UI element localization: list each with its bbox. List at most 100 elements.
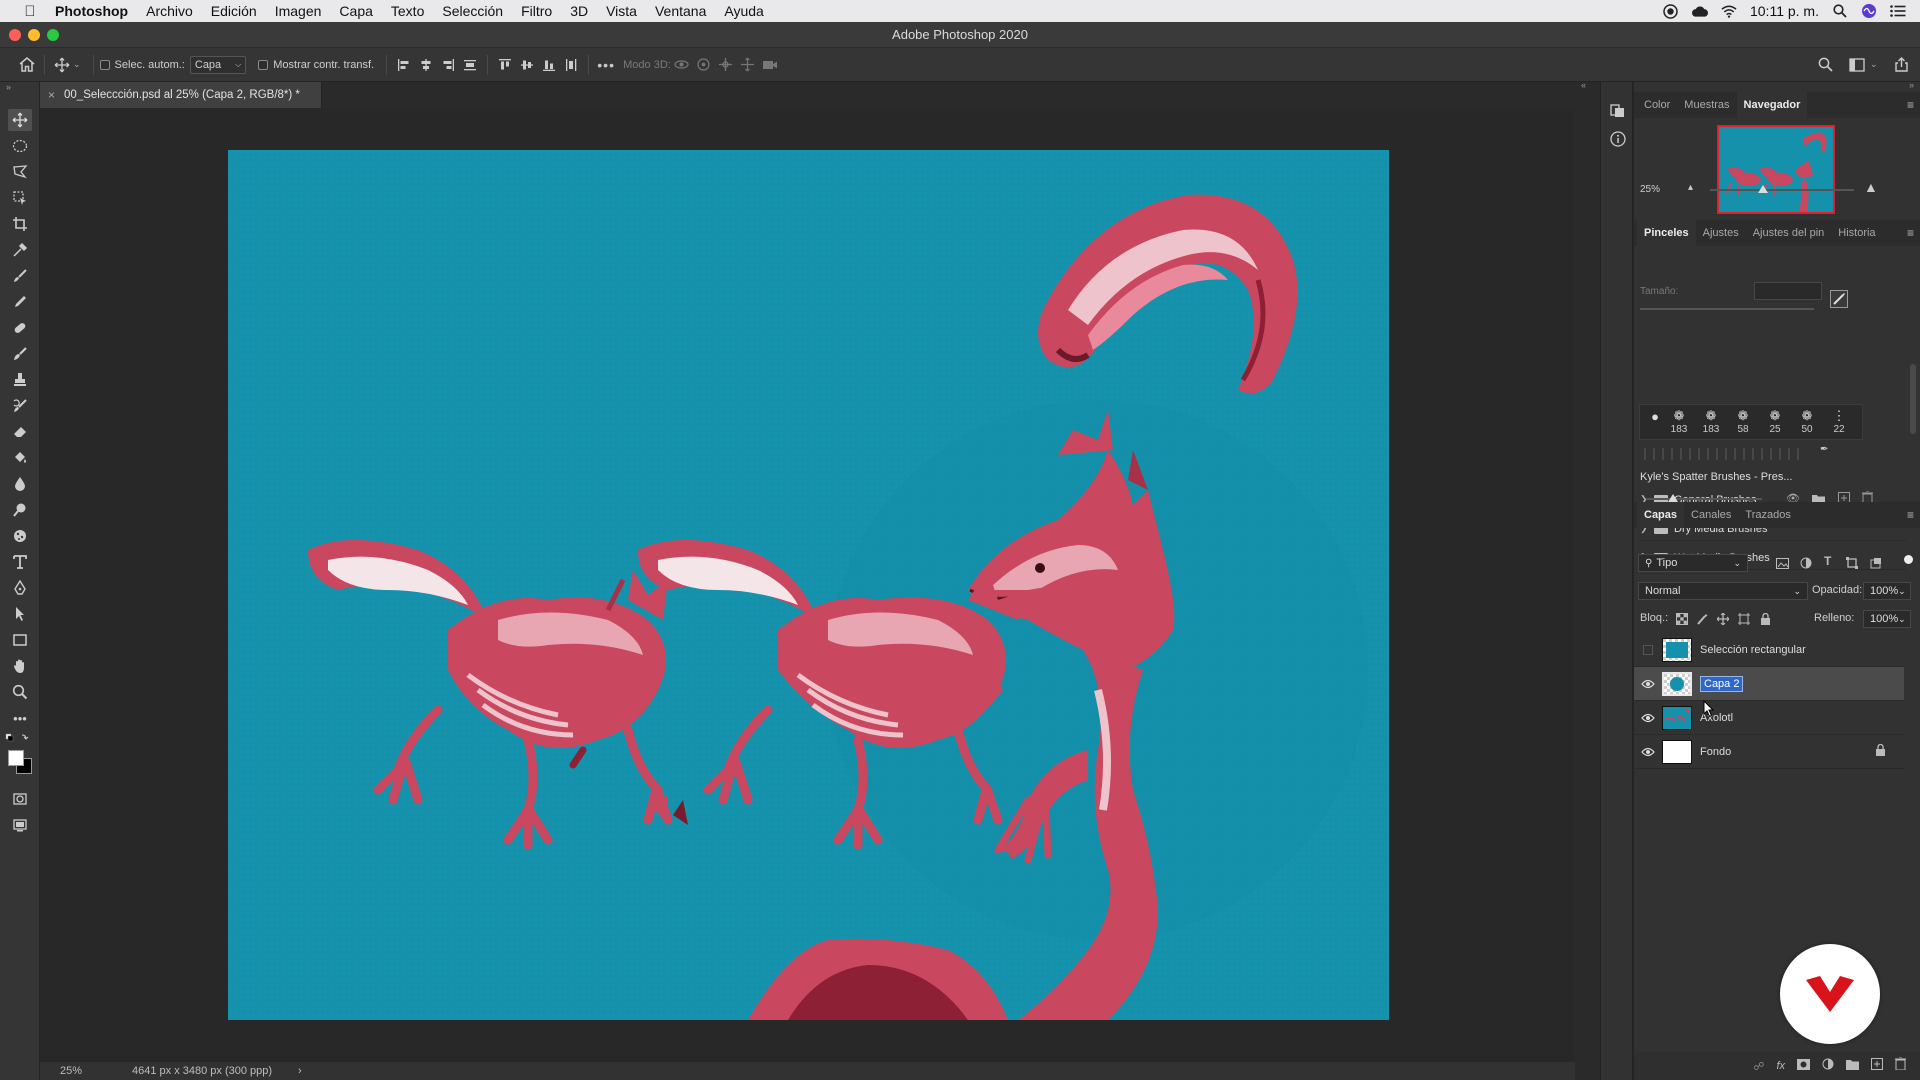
screen-mode-icon[interactable] <box>8 814 32 836</box>
history-brush-icon[interactable] <box>8 395 32 417</box>
align-center-icon[interactable] <box>415 54 437 76</box>
filter-type-icon[interactable]: T <box>1824 554 1831 568</box>
menu-capa[interactable]: Capa <box>330 3 381 19</box>
pen-tool-icon[interactable] <box>8 577 32 599</box>
filter-adjustment-icon[interactable] <box>1800 556 1812 574</box>
object-selection-icon[interactable] <box>8 187 32 209</box>
blend-mode-dropdown[interactable]: Normal ⌄ <box>1638 582 1808 600</box>
layer-row-capa-2[interactable]: Capa 2 <box>1634 667 1904 701</box>
slide-3d-icon[interactable] <box>737 54 759 76</box>
link-layers-icon[interactable]: ☍ <box>1753 1060 1764 1073</box>
layer-visibility-toggle[interactable] <box>1634 735 1662 769</box>
navigator-zoom-slider-thumb[interactable] <box>1758 185 1769 193</box>
camera-3d-icon[interactable] <box>759 54 781 76</box>
status-menu-arrow[interactable]: › <box>298 1065 302 1077</box>
new-group-icon[interactable] <box>1846 1057 1859 1075</box>
tab-muestras[interactable]: Muestras <box>1677 92 1736 118</box>
align-top-icon[interactable] <box>494 54 516 76</box>
apple-icon[interactable]:  <box>18 3 42 20</box>
opacity-field[interactable]: 100% ⌄ <box>1863 582 1911 600</box>
brushes-scrollbar[interactable] <box>1910 364 1916 434</box>
filter-pixel-icon[interactable] <box>1776 556 1789 574</box>
tab-canales[interactable]: Canales <box>1684 502 1738 528</box>
distribute-horizontal-icon[interactable] <box>459 54 481 76</box>
path-selection-icon[interactable] <box>8 603 32 625</box>
eyedropper-icon[interactable] <box>8 239 32 261</box>
menu-texto[interactable]: Texto <box>382 3 433 19</box>
sponge-tool-icon[interactable] <box>8 525 32 547</box>
distribute-vertical-icon[interactable] <box>560 54 582 76</box>
filter-shape-icon[interactable] <box>1846 556 1858 574</box>
zoom-out-icon[interactable]: ▴ <box>1688 182 1693 193</box>
close-window-button[interactable] <box>9 29 21 41</box>
fill-field[interactable]: 100% ⌄ <box>1863 610 1911 628</box>
panel-menu-icon[interactable]: ≡ <box>1907 98 1914 112</box>
menu-ayuda[interactable]: Ayuda <box>715 3 772 19</box>
siri-icon[interactable] <box>1861 3 1877 19</box>
tab-ajustes-del-pincel[interactable]: Ajustes del pin <box>1746 220 1832 246</box>
layer-name-editing[interactable]: Capa 2 <box>1700 675 1744 692</box>
notification-center-icon[interactable] <box>1890 3 1906 19</box>
show-transform-checkbox[interactable] <box>258 59 269 70</box>
quick-mask-icon[interactable] <box>8 788 32 810</box>
chevron-down-icon[interactable]: ⌄ <box>73 59 81 70</box>
zoom-in-icon[interactable]: ▲ <box>1864 179 1878 195</box>
menu-vista[interactable]: Vista <box>597 3 646 19</box>
brush-preview-size-thumb[interactable] <box>1668 494 1678 502</box>
orbit-3d-icon[interactable] <box>671 54 693 76</box>
creative-cloud-icon[interactable] <box>1691 3 1708 19</box>
rectangle-tool-icon[interactable] <box>8 629 32 651</box>
new-adjustment-icon[interactable] <box>1822 1057 1834 1075</box>
add-mask-icon[interactable] <box>1797 1057 1810 1075</box>
tab-capas[interactable]: Capas <box>1637 502 1685 528</box>
align-left-icon[interactable] <box>393 54 415 76</box>
layer-style-fx-icon[interactable]: fx <box>1776 1060 1785 1072</box>
auto-select-dropdown[interactable]: Capa ⌵ <box>189 55 247 74</box>
brush-preset-4[interactable]: ❁ 25 <box>1760 408 1790 438</box>
menu-3d[interactable]: 3D <box>561 3 597 19</box>
lock-all-icon[interactable] <box>1760 612 1771 630</box>
menu-imagen[interactable]: Imagen <box>266 3 331 19</box>
document-tab[interactable]: × 00_Seleccción.psd al 25% (Capa 2, RGB/… <box>40 82 322 108</box>
navigator-zoom-value[interactable]: 25% <box>1640 184 1660 195</box>
chevron-down-icon[interactable]: ⌄ <box>1870 59 1878 70</box>
align-middle-icon[interactable] <box>516 54 538 76</box>
brush-preview-size-slider[interactable] <box>1646 494 1762 502</box>
dodge-tool-icon[interactable] <box>8 499 32 521</box>
tab-navegador[interactable]: Navegador <box>1736 92 1808 118</box>
search-icon[interactable] <box>1814 54 1836 76</box>
navigator-thumbnail[interactable] <box>1717 125 1835 214</box>
lock-pixels-icon[interactable] <box>1696 612 1708 630</box>
brush-preset-5[interactable]: ❁ 50 <box>1792 408 1822 438</box>
align-bottom-icon[interactable] <box>538 54 560 76</box>
brush-size-slider[interactable] <box>1640 308 1814 310</box>
brush-preset-name[interactable]: Kyle's Spatter Brushes - Pres... <box>1640 471 1793 483</box>
new-brush-icon[interactable] <box>1830 290 1848 308</box>
eraser-tool-icon[interactable] <box>8 421 32 443</box>
menu-app-name[interactable]: Photoshop <box>46 3 137 19</box>
wifi-icon[interactable] <box>1721 3 1737 19</box>
workspace-icon[interactable] <box>1846 54 1868 76</box>
canvas-workspace[interactable] <box>40 108 1575 1062</box>
info-icon[interactable] <box>1609 130 1627 148</box>
clock[interactable]: 10:11 p. m. <box>1750 3 1819 19</box>
chevron-down-icon[interactable]: ⌄ <box>1898 614 1906 625</box>
lock-icon[interactable] <box>1875 743 1886 759</box>
filter-toggle-icon[interactable] <box>1904 555 1913 564</box>
lock-artboard-icon[interactable] <box>1738 612 1750 630</box>
menu-seleccion[interactable]: Selección <box>433 3 512 19</box>
menu-filtro[interactable]: Filtro <box>512 3 561 19</box>
delete-layer-icon[interactable] <box>1895 1056 1906 1075</box>
clone-stamp-icon[interactable] <box>8 369 32 391</box>
move-tool-icon[interactable] <box>8 109 32 131</box>
pencil-tool-icon[interactable] <box>8 291 32 313</box>
type-tool-icon[interactable] <box>8 551 32 573</box>
panel-menu-icon[interactable]: ≡ <box>1907 226 1914 240</box>
healing-brush-icon[interactable] <box>8 317 32 339</box>
collapse-arrows-icon[interactable]: » <box>1909 80 1914 90</box>
panel-menu-icon[interactable]: ≡ <box>1907 508 1914 522</box>
tab-color[interactable]: Color <box>1637 92 1677 118</box>
collapse-arrows-icon[interactable]: » <box>6 82 11 92</box>
menu-archivo[interactable]: Archivo <box>137 3 202 19</box>
paint-bucket-icon[interactable] <box>8 447 32 469</box>
